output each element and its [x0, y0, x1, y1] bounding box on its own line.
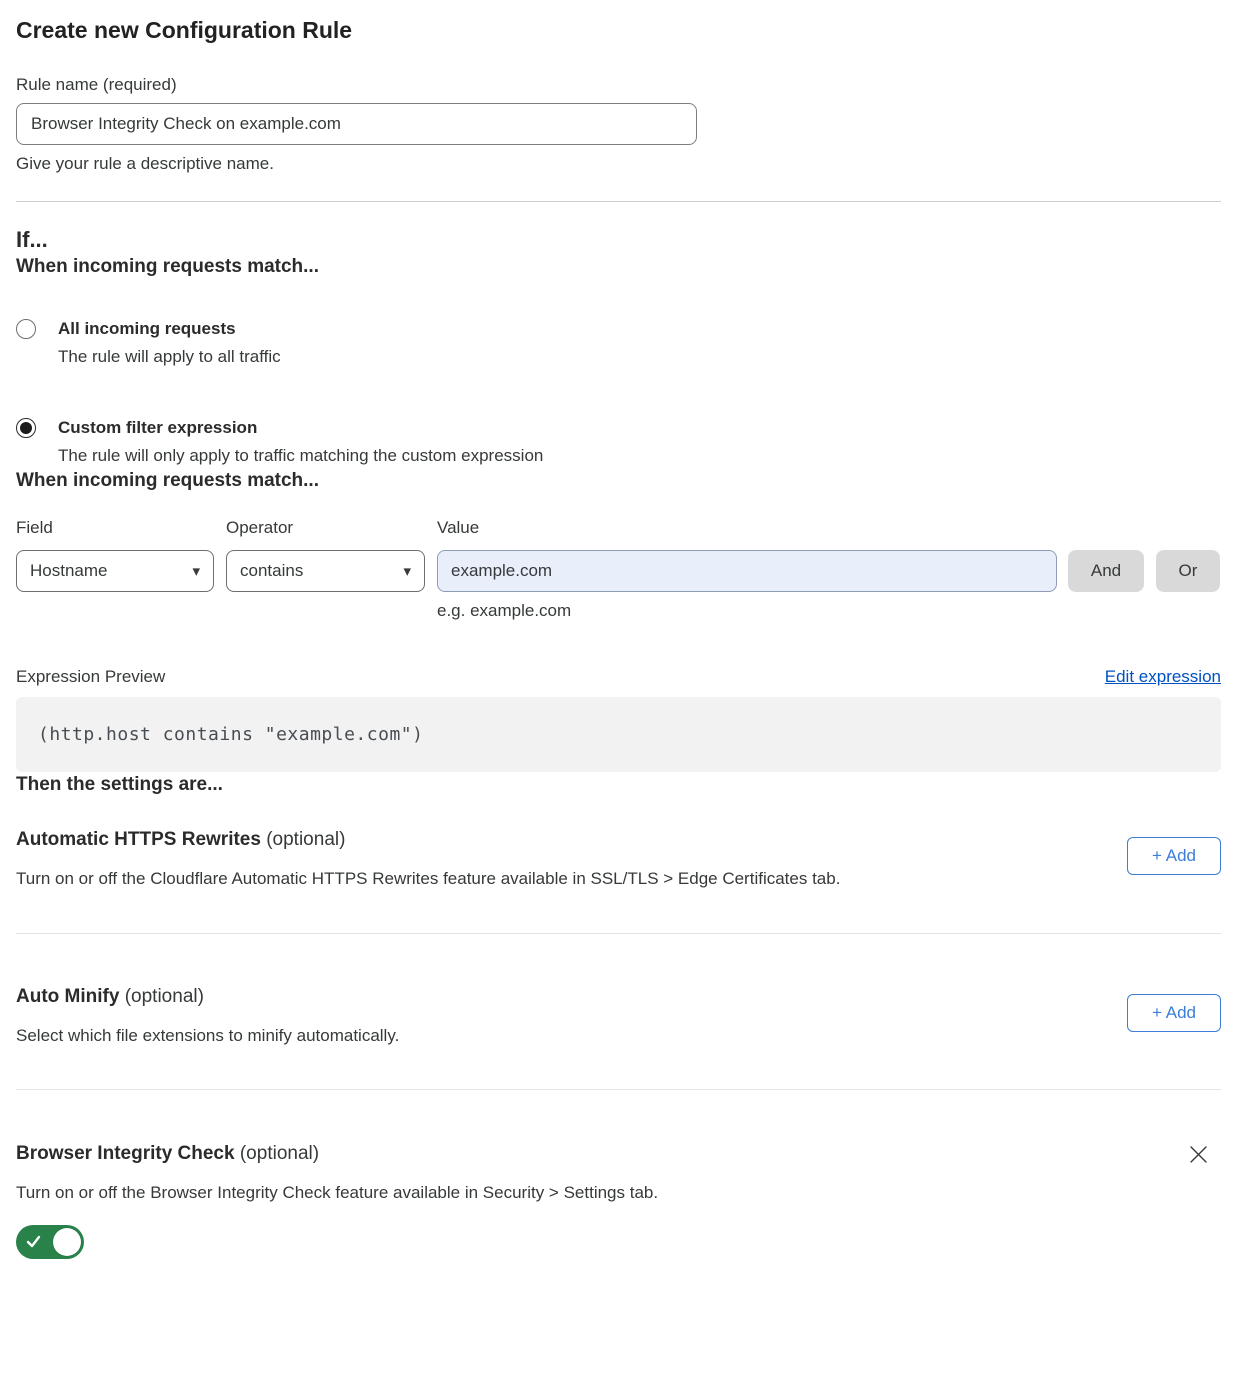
setting-divider: [16, 933, 1221, 934]
check-icon: [26, 1234, 41, 1249]
field-select-value: Hostname: [30, 561, 107, 581]
create-configuration-rule-form: Create new Configuration Rule Rule name …: [0, 0, 1237, 1279]
value-label: Value: [437, 515, 1057, 541]
expression-builder-row: Field Hostname ▾ Operator contains ▾ Val…: [16, 515, 1221, 623]
setting-automatic-https-rewrites: Automatic HTTPS Rewrites (optional) Turn…: [16, 826, 1221, 892]
browser-integrity-toggle[interactable]: [16, 1225, 84, 1259]
rule-name-input[interactable]: [16, 103, 697, 145]
rule-name-help: Give your rule a descriptive name.: [16, 152, 1221, 176]
value-input[interactable]: [437, 550, 1057, 592]
field-label: Field: [16, 515, 214, 541]
setting-description: Turn on or off the Browser Integrity Che…: [16, 1180, 1221, 1206]
setting-optional-tag: (optional): [125, 986, 204, 1007]
close-icon: [1189, 1145, 1208, 1164]
setting-optional-tag: (optional): [240, 1143, 319, 1164]
operator-select[interactable]: contains ▾: [226, 550, 425, 592]
remove-browser-integrity-check-button[interactable]: [1189, 1145, 1208, 1164]
setting-divider: [16, 1089, 1221, 1090]
when-match-heading: When incoming requests match...: [16, 254, 1221, 280]
radio-button-icon[interactable]: [16, 319, 36, 339]
radio-option-custom-filter-expression[interactable]: Custom filter expression The rule will o…: [16, 416, 1221, 468]
section-divider: [16, 201, 1221, 202]
setting-optional-tag: (optional): [266, 829, 345, 850]
setting-description: Select which file extensions to minify a…: [16, 1023, 1221, 1049]
setting-title: Auto Minify: [16, 986, 119, 1007]
setting-browser-integrity-check: Browser Integrity Check (optional) Turn …: [16, 1140, 1221, 1259]
operator-label: Operator: [226, 515, 425, 541]
radio-option-all-incoming-requests[interactable]: All incoming requests The rule will appl…: [16, 317, 1221, 369]
when-match-heading-builder: When incoming requests match...: [16, 468, 1221, 494]
setting-description: Turn on or off the Cloudflare Automatic …: [16, 866, 1221, 892]
expression-preview-label: Expression Preview: [16, 664, 165, 690]
setting-title: Browser Integrity Check: [16, 1143, 235, 1164]
radio-label: All incoming requests: [58, 317, 281, 341]
expression-preview-code: (http.host contains "example.com"): [16, 697, 1221, 772]
field-select[interactable]: Hostname ▾: [16, 550, 214, 592]
then-settings-heading: Then the settings are...: [16, 772, 1221, 798]
radio-label: Custom filter expression: [58, 416, 543, 440]
toggle-knob: [53, 1228, 81, 1256]
chevron-down-icon: ▾: [403, 564, 411, 579]
add-automatic-https-rewrites-button[interactable]: + Add: [1127, 837, 1221, 875]
value-hint: e.g. example.com: [437, 599, 1057, 623]
radio-description: The rule will apply to all traffic: [58, 345, 281, 369]
page-title: Create new Configuration Rule: [16, 16, 1221, 44]
if-heading: If...: [16, 226, 1221, 254]
setting-auto-minify: Auto Minify (optional) Select which file…: [16, 983, 1221, 1049]
radio-button-icon[interactable]: [16, 418, 36, 438]
setting-title: Automatic HTTPS Rewrites: [16, 829, 261, 850]
rule-name-label: Rule name (required): [16, 74, 1221, 96]
or-button[interactable]: Or: [1156, 550, 1220, 592]
and-button[interactable]: And: [1068, 550, 1144, 592]
edit-expression-link[interactable]: Edit expression: [1105, 664, 1221, 690]
chevron-down-icon: ▾: [192, 564, 200, 579]
radio-description: The rule will only apply to traffic matc…: [58, 444, 543, 468]
operator-select-value: contains: [240, 561, 303, 581]
add-auto-minify-button[interactable]: + Add: [1127, 994, 1221, 1032]
